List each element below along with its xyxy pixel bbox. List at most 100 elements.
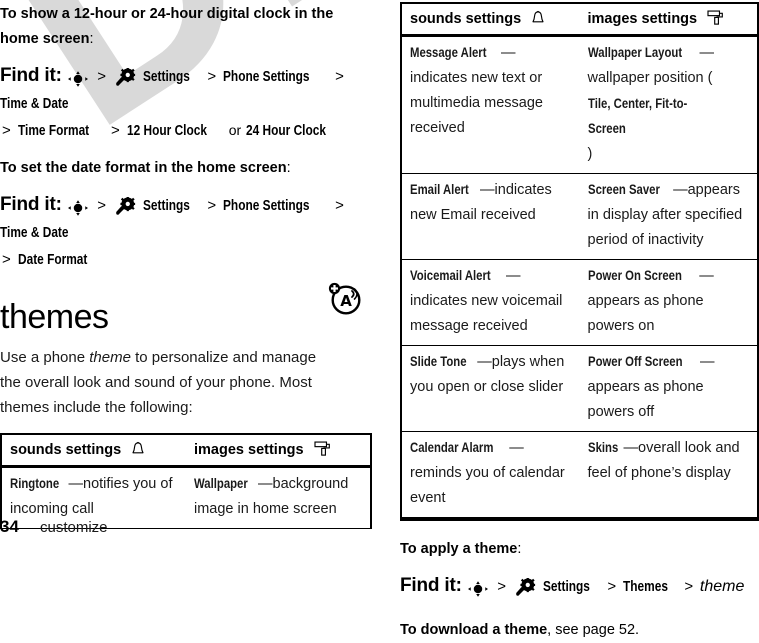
setting-term-wallpaper-layout: Wallpaper Layout [587, 45, 682, 60]
setting-term-power-on-screen: Power On Screen [587, 268, 682, 283]
right-column: sounds settings images settings Message … [400, 0, 759, 643]
setting-term-message-alert: Message Alert [410, 45, 487, 60]
path-separator: > [2, 122, 11, 139]
path-item-time-and-date: Time & Date [0, 96, 69, 112]
cell-sounds-setting: Calendar Alarm —reminds you of calendar e… [402, 431, 580, 519]
path-separator: > [207, 197, 217, 214]
download-theme-bold: To download a theme [400, 622, 548, 638]
cell-sounds-setting: Slide Tone —plays when you open or close … [402, 345, 580, 432]
instruction-block-apply-theme: To apply a theme: Find it: > Settings > … [400, 537, 759, 600]
path-item-time-and-date: Time & Date [0, 225, 69, 241]
path-separator: > [684, 578, 694, 595]
path-separator: > [497, 578, 506, 595]
date-instruction-line1: To set the date format in the home scree… [0, 160, 287, 176]
findit-path-date: Find it: > Settings > Phone Settings > T… [0, 192, 372, 273]
setting-desc-wallpaper-layout-options: Tile, Center, Fit-to-Screen [587, 96, 687, 136]
settings-gear-icon [114, 67, 136, 86]
clock-instruction-line2: home screen [0, 31, 90, 47]
cell-images-setting: Power Off Screen —appears as phone powers… [579, 345, 757, 432]
sounds-settings-label: sounds settings [410, 11, 522, 27]
path-separator: > [335, 197, 344, 214]
bell-icon [531, 10, 545, 25]
setting-term-email-alert: Email Alert [410, 182, 469, 197]
paint-roller-icon [707, 10, 724, 25]
page-title: themes [0, 298, 109, 336]
table-row: Slide Tone —plays when you open or close … [402, 345, 757, 432]
table-row: Calendar Alarm —reminds you of calendar e… [402, 431, 757, 519]
clock-instruction-line1: To show a 12-hour or 24-hour digital clo… [0, 6, 334, 22]
themes-intro-paragraph: Use a phone theme to personalize and man… [0, 345, 320, 420]
table-header-row: sounds settings images settings [402, 4, 757, 37]
bell-icon [131, 441, 145, 456]
download-theme-note: To download a theme, see page 52. [400, 618, 759, 643]
path-separator: > [335, 68, 344, 85]
intro-text-italic: theme [89, 349, 131, 366]
findit-path-clock: Find it: > Settings > Phone Settings > T… [0, 63, 372, 144]
path-item-24-hour-clock: 24 Hour Clock [245, 123, 326, 139]
navigation-key-icon [467, 579, 489, 597]
chapter-tag: customize [40, 519, 108, 536]
table-row: Voicemail Alert —indicates new voicemail … [402, 259, 757, 346]
setting-term-ringtone: Ringtone [10, 476, 60, 491]
settings-gear-icon [114, 196, 136, 215]
page-number: 34 [0, 517, 19, 536]
findit-path-theme: Find it: > Settings > Themes > theme [400, 573, 759, 600]
setting-term-screen-saver: Screen Saver [587, 182, 660, 197]
navigation-key-icon [67, 69, 89, 87]
audio-plus-notice-icon: A [327, 281, 361, 315]
table-header-row: sounds settings images settings [2, 435, 370, 468]
findit-label-date: Find it: [0, 194, 62, 215]
cell-images-setting: Wallpaper Layout —wallpaper position (Til… [579, 35, 757, 174]
path-item-settings: Settings [143, 69, 191, 85]
setting-term-power-off-screen: Power Off Screen [587, 354, 683, 369]
themes-settings-table-left: sounds settings images settings Ringtone… [0, 433, 372, 529]
findit-label-theme: Find it: [400, 575, 462, 596]
setting-term-slide-tone: Slide Tone [410, 354, 467, 369]
setting-term-skins: Skins [587, 440, 618, 455]
column-header-images-settings: images settings [579, 4, 757, 37]
setting-term-calendar-alarm: Calendar Alarm [410, 440, 494, 455]
findit-label-clock: Find it: [0, 65, 62, 86]
cell-images-setting: Screen Saver —appears in display after sp… [579, 173, 757, 260]
document-page: To show a 12-hour or 24-hour digital clo… [0, 0, 759, 638]
themes-settings-table-right: sounds settings images settings Message … [400, 2, 759, 521]
path-separator: > [111, 122, 120, 139]
apply-theme-line: To apply a theme [400, 541, 518, 557]
sounds-settings-label: sounds settings [10, 442, 122, 458]
paint-roller-icon [314, 441, 331, 456]
cell-sounds-setting: Voicemail Alert —indicates new voicemail … [402, 259, 580, 346]
setting-term-wallpaper: Wallpaper [194, 476, 248, 491]
path-item-settings: Settings [543, 579, 591, 595]
column-header-images-settings: images settings [186, 435, 370, 468]
cell-sounds-setting: Message Alert —indicates new text or mult… [402, 35, 580, 174]
cell-sounds-setting: Email Alert —indicates new Email received [402, 173, 580, 260]
cell-images-setting: Power On Screen —appears as phone powers … [579, 259, 757, 346]
path-item-settings: Settings [143, 198, 191, 214]
setting-desc-wallpaper-layout-post: ) [587, 146, 593, 162]
cell-images-setting: Skins —overall look and feel of phone’s d… [579, 431, 757, 519]
images-settings-label: images settings [194, 442, 304, 458]
intro-text-before: Use a phone [0, 349, 90, 366]
settings-gear-icon [514, 577, 536, 596]
path-separator: > [607, 578, 617, 595]
instruction-block-date-format: To set the date format in the home scree… [0, 156, 372, 273]
settings-table-continued: sounds settings images settings Message … [402, 4, 757, 519]
column-header-sounds-settings: sounds settings [402, 4, 580, 37]
path-or-word: or [228, 122, 242, 138]
navigation-key-icon [67, 198, 89, 216]
setting-term-voicemail-alert: Voicemail Alert [410, 268, 491, 283]
column-header-sounds-settings: sounds settings [2, 435, 186, 468]
path-separator: > [2, 251, 11, 268]
path-separator: > [97, 68, 106, 85]
path-item-phone-settings: Phone Settings [222, 198, 310, 214]
left-column: To show a 12-hour or 24-hour digital clo… [0, 0, 372, 529]
path-item-theme-variable: theme [699, 578, 745, 595]
path-item-time-format: Time Format [17, 123, 89, 139]
table-row: Message Alert —indicates new text or mult… [402, 35, 757, 174]
download-theme-rest: , see page 52. [547, 622, 640, 638]
clock-instruction-colon: : [89, 31, 94, 47]
images-settings-label: images settings [587, 11, 698, 27]
path-item-themes: Themes [622, 579, 668, 595]
path-separator: > [97, 197, 106, 214]
svg-text:A: A [340, 292, 352, 310]
